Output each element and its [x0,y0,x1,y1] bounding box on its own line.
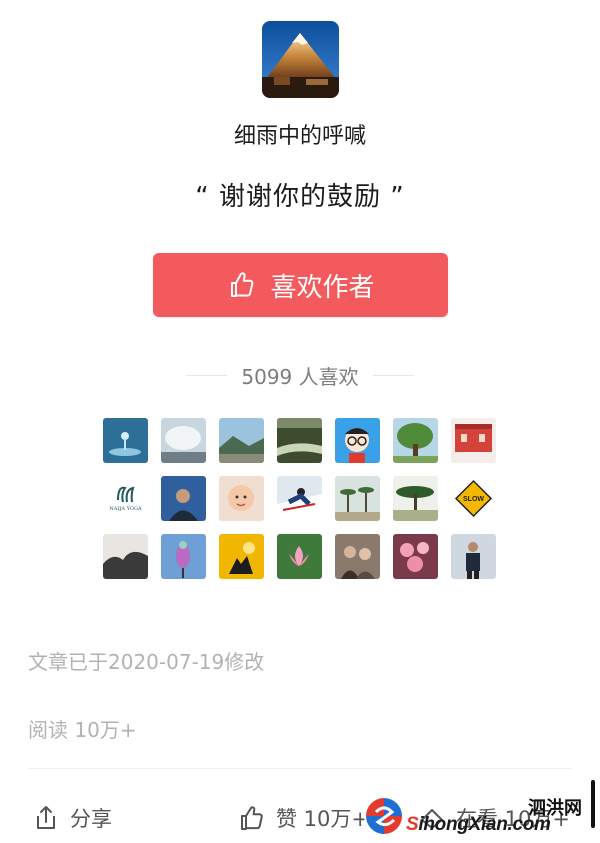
river-avatar [277,418,322,463]
supporter-avatar[interactable] [219,476,264,521]
supporter-avatar[interactable] [277,418,322,463]
palm-trees-avatar [335,476,380,521]
like-author-button[interactable]: 喜欢作者 [153,253,448,317]
cloud-sky-avatar [161,418,206,463]
tree-avatar [393,418,438,463]
supporter-avatar[interactable] [277,534,322,579]
watermark-url-prefix: S [406,814,419,835]
bird-avatar [161,534,206,579]
baby-avatar [219,476,264,521]
supporter-avatar[interactable] [335,418,380,463]
lotus-avatar [277,534,322,579]
read-count: 阅读 10万+ [28,718,137,742]
supporter-avatar[interactable] [451,534,496,579]
skier-avatar [277,476,322,521]
supporter-avatar[interactable] [451,418,496,463]
slow-sign-avatar: SLOW [451,476,496,521]
thumbs-up-icon [231,272,254,297]
divider-left [186,374,228,376]
dark-scene-avatar [103,534,148,579]
supporter-avatar[interactable] [161,476,206,521]
landscape-avatar [219,418,264,463]
divider-right [372,374,415,376]
supporter-avatar[interactable] [335,534,380,579]
person-avatar [161,476,206,521]
supporter-avatar[interactable] [161,418,206,463]
supporter-avatar[interactable] [277,476,322,521]
couple-avatar [335,534,380,579]
author-avatar[interactable] [262,21,339,98]
supporter-avatar[interactable] [219,418,264,463]
likes-count: 5099 人喜欢 [241,364,359,389]
share-icon [37,806,55,829]
cartoon-glasses-avatar [335,418,380,463]
watermark-url-rest: ihongXian.com [418,814,551,835]
like-label: 赞 10万+ [276,807,369,831]
sunset-silhouette-avatar [219,534,264,579]
like-author-label: 喜欢作者 [270,272,375,303]
like-button[interactable]: 赞 10万+ [238,803,369,833]
divider [28,768,572,769]
red-building-avatar [451,418,496,463]
appreciation-quote: “ 谢谢你的鼓励 ” [195,182,405,212]
supporter-avatar[interactable] [393,534,438,579]
acacia-tree-avatar [393,476,438,521]
site-watermark: 泗洪网 SihongXian.com [362,792,600,843]
share-label: 分享 [70,807,112,831]
supporter-avatar[interactable] [393,476,438,521]
supporter-avatar[interactable] [103,534,148,579]
supporter-avatar[interactable] [161,534,206,579]
supporter-avatar[interactable] [335,476,380,521]
supporter-avatar[interactable] [103,418,148,463]
peach-blossom-avatar [393,534,438,579]
author-name: 细雨中的呼喊 [233,124,366,149]
site-logo-icon [364,796,404,836]
svg-text:SLOW: SLOW [463,496,484,503]
share-button[interactable]: 分享 [32,803,112,833]
svg-text:NAIJA YOGA: NAIJA YOGA [109,506,142,512]
watermark-url: SihongXian.com [406,814,551,836]
supporter-avatar[interactable] [393,418,438,463]
man-standing-avatar [451,534,496,579]
mountain-avatar-icon [262,21,339,98]
modified-date: 文章已于2020-07-19修改 [28,650,265,674]
water-drop-avatar [103,418,148,463]
supporter-avatar[interactable] [219,534,264,579]
supporter-avatar[interactable]: SLOW [451,476,496,521]
likes-summary: 5099 人喜欢 [186,360,415,390]
thumbs-up-outline-icon [241,806,263,830]
supporter-avatar[interactable]: NAIJA YOGA [103,476,148,521]
yoga-logo-avatar: NAIJA YOGA [103,476,148,521]
supporter-avatars: NAIJA YOGA SLOW [103,418,497,579]
